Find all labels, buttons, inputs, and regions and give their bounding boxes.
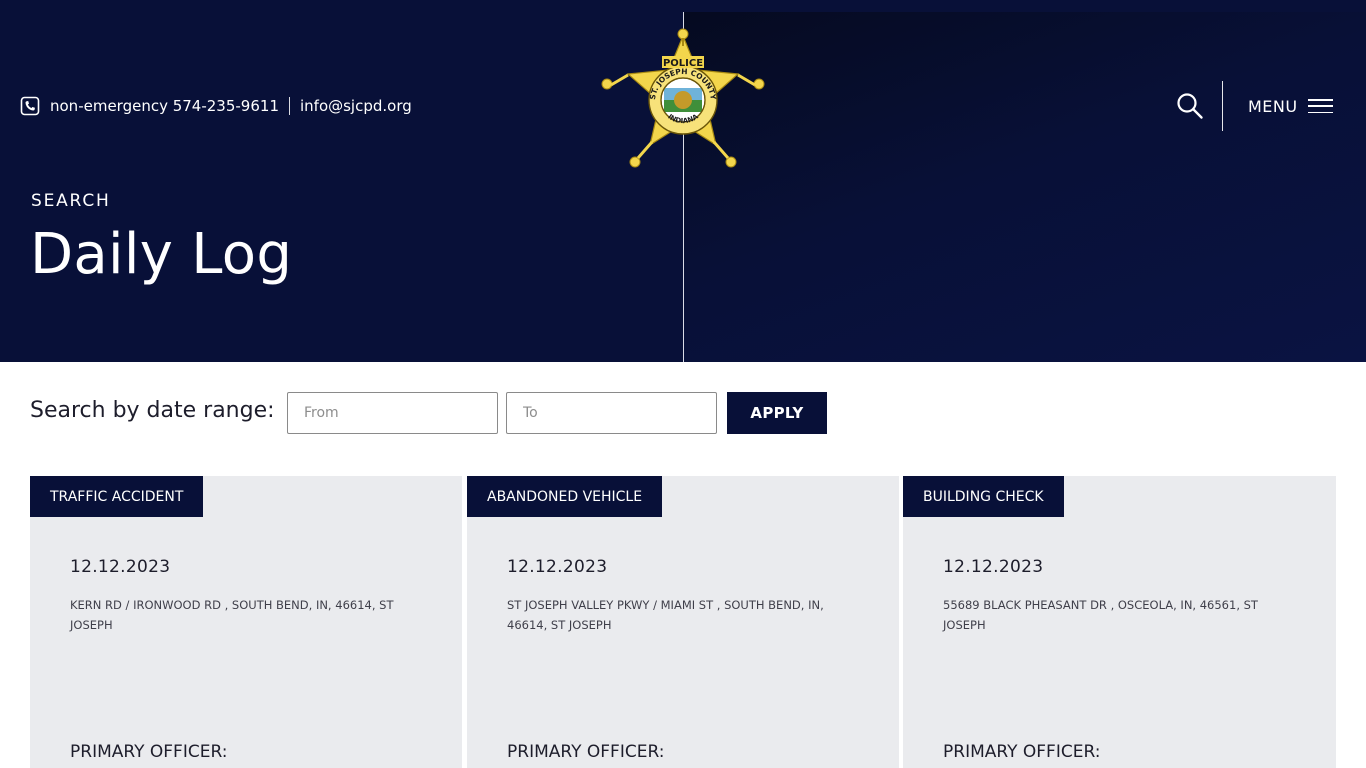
email-link[interactable]: info@sjcpd.org	[300, 97, 412, 115]
nav-separator	[1222, 81, 1223, 131]
from-date-input[interactable]	[287, 392, 498, 434]
card-date: 12.12.2023	[70, 557, 171, 577]
card-officer-label: PRIMARY OFFICER:	[70, 742, 228, 762]
page-title: Daily Log	[30, 222, 293, 287]
card-officer-label: PRIMARY OFFICER:	[507, 742, 665, 762]
phone-link[interactable]: non-emergency 574-235-9611	[50, 97, 279, 115]
card-address: ST JOSEPH VALLEY PKWY / MIAMI ST , SOUTH…	[507, 598, 824, 632]
card-officer-label: PRIMARY OFFICER:	[943, 742, 1101, 762]
card-category-tag: ABANDONED VEHICLE	[467, 476, 663, 517]
card-date: 12.12.2023	[943, 557, 1044, 577]
menu-button[interactable]: MENU	[1248, 94, 1333, 118]
page-eyebrow: SEARCH	[31, 191, 111, 211]
hero-right-panel	[684, 12, 1366, 362]
card-category-tag: TRAFFIC ACCIDENT	[30, 476, 204, 517]
menu-label: MENU	[1248, 96, 1298, 116]
contact-separator	[288, 97, 290, 115]
apply-button[interactable]: APPLY	[727, 392, 827, 434]
card-address: 55689 BLACK PHEASANT DR , OSCEOLA, IN, 4…	[943, 598, 1258, 632]
card-address: KERN RD / IRONWOOD RD , SOUTH BEND, IN, …	[70, 598, 394, 632]
log-card[interactable]: TRAFFIC ACCIDENT 12.12.2023 KERN RD / IR…	[30, 476, 462, 768]
to-date-input[interactable]	[506, 392, 717, 434]
date-range-label: Search by date range:	[30, 398, 275, 423]
hamburger-menu-icon	[1307, 99, 1333, 113]
card-date: 12.12.2023	[507, 557, 608, 577]
search-icon[interactable]	[1176, 92, 1204, 120]
log-card[interactable]: ABANDONED VEHICLE 12.12.2023 ST JOSEPH V…	[467, 476, 899, 768]
hero-banner: non-emergency 574-235-9611 info@sjcpd.or…	[0, 0, 1366, 362]
contact-bar: non-emergency 574-235-9611 info@sjcpd.or…	[20, 94, 412, 118]
phone-icon	[20, 96, 40, 116]
log-card[interactable]: BUILDING CHECK 12.12.2023 55689 BLACK PH…	[903, 476, 1336, 768]
sheriff-star-badge-icon[interactable]: POLICE ST. JOSEPH COUNTY INDIANA	[598, 26, 768, 172]
card-category-tag: BUILDING CHECK	[903, 476, 1064, 517]
